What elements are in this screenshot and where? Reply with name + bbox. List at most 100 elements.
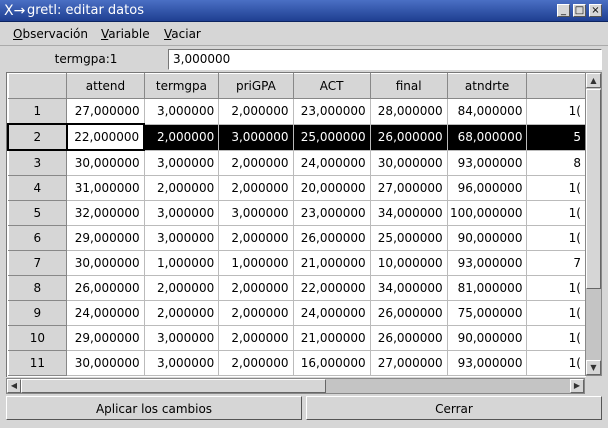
data-cell[interactable]: 90,000000 [447,225,528,251]
column-header-atndrte[interactable]: atndrte [446,73,528,99]
data-cell[interactable]: 96,000000 [447,175,528,201]
column-header-attend[interactable]: attend [66,73,145,99]
data-cell[interactable]: 2,000000 [144,300,220,326]
table-row[interactable]: 11 30,000000 3,000000 2,000000 16,000000 27,0… [7,350,586,376]
data-cell[interactable]: 34,000000 [370,200,448,226]
data-cell[interactable]: 29,000000 [66,325,145,351]
data-cell[interactable]: 1( [526,225,586,251]
row-header[interactable]: 5 [7,200,68,226]
scroll-down-icon[interactable]: ▼ [586,360,601,375]
menu-vaciar[interactable]: Vaciar [164,26,201,42]
maximize-button[interactable]: □ [573,4,586,17]
data-cell[interactable]: 93,000000 [447,350,528,376]
row-header[interactable]: 2 [7,123,68,151]
data-cell[interactable]: 10,000000 [370,250,448,276]
row-header[interactable]: 11 [7,350,68,376]
data-cell[interactable]: 16,000000 [293,350,371,376]
row-header[interactable]: 6 [7,225,68,251]
data-cell[interactable]: 2,000000 [218,150,294,176]
table-row[interactable]: 8 26,000000 2,000000 2,000000 22,000000 34,00… [7,275,586,301]
data-cell[interactable]: 2,000000 [144,175,220,201]
data-cell[interactable]: 27,000000 [370,350,448,376]
data-cell[interactable]: 32,000000 [66,200,145,226]
data-cell[interactable]: 24,000000 [66,300,145,326]
data-cell[interactable]: 2,000000 [218,98,294,125]
data-cell[interactable]: 68,000000 [447,124,528,151]
data-cell[interactable]: 23,000000 [293,98,371,125]
column-header-extra[interactable] [526,73,586,99]
row-header[interactable]: 1 [7,98,68,125]
data-cell[interactable]: 34,000000 [370,275,448,301]
data-cell[interactable]: 27,000000 [66,98,145,125]
column-header-ACT[interactable]: ACT [292,73,371,99]
close-button[interactable]: Cerrar [306,396,602,420]
data-cell[interactable]: 1( [526,200,586,226]
close-window-button[interactable]: × [589,4,602,17]
cell-value-input[interactable]: 3,000000 [168,49,602,70]
table-row[interactable]: 2 22,000000 2,000000 3,000000 25,000000 26,00… [7,123,586,151]
data-cell[interactable]: 22,000000 [65,123,146,151]
row-header[interactable]: 8 [7,275,68,301]
data-cell[interactable]: 27,000000 [370,175,448,201]
data-cell[interactable]: 3,000000 [144,225,220,251]
data-cell[interactable]: 3,000000 [144,98,220,125]
data-cell[interactable]: 25,000000 [370,225,448,251]
data-cell[interactable]: 29,000000 [66,225,145,251]
row-header[interactable]: 4 [7,175,68,201]
table-row[interactable]: 10 29,000000 3,000000 2,000000 21,000000 26,0… [7,325,586,351]
row-header[interactable]: 7 [7,250,68,276]
data-cell[interactable]: 21,000000 [293,325,371,351]
horizontal-scrollbar[interactable]: ◀ ▶ [6,378,585,394]
data-cell[interactable]: 75,000000 [447,300,528,326]
data-cell[interactable]: 24,000000 [293,300,371,326]
data-cell[interactable]: 31,000000 [66,175,145,201]
data-cell[interactable]: 1( [526,350,586,376]
data-cell[interactable]: 1( [526,175,586,201]
data-cell[interactable]: 30,000000 [66,250,145,276]
data-cell[interactable]: 1( [526,300,586,326]
data-cell[interactable]: 2,000000 [218,225,294,251]
row-header[interactable]: 10 [7,325,68,351]
data-cell[interactable]: 30,000000 [66,150,145,176]
data-cell[interactable]: 8 [526,150,586,176]
data-cell[interactable]: 21,000000 [293,250,371,276]
vertical-scroll-thumb[interactable] [586,89,601,289]
data-cell[interactable]: 30,000000 [66,350,145,376]
table-row[interactable]: 9 24,000000 2,000000 2,000000 24,000000 26,00… [7,300,586,326]
row-header[interactable]: 9 [7,300,68,326]
data-cell[interactable]: 26,000000 [370,300,448,326]
menu-variable[interactable]: Variable [101,26,150,42]
apply-changes-button[interactable]: Aplicar los cambios [6,396,302,420]
data-cell[interactable]: 26,000000 [370,325,448,351]
table-row[interactable]: 6 29,000000 3,000000 2,000000 26,000000 25,00… [7,225,586,251]
data-cell[interactable]: 7 [526,250,586,276]
data-cell[interactable]: 20,000000 [293,175,371,201]
data-cell[interactable]: 2,000000 [144,124,220,151]
table-row[interactable]: 4 31,000000 2,000000 2,000000 20,000000 27,00… [7,175,586,201]
table-row[interactable]: 1 27,000000 3,000000 2,000000 23,000000 28,00… [7,98,586,125]
data-cell[interactable]: 1( [526,98,586,125]
table-row[interactable]: 7 30,000000 1,000000 1,000000 21,000000 10,00… [7,250,586,276]
data-cell[interactable]: 24,000000 [293,150,371,176]
data-cell[interactable]: 93,000000 [447,150,528,176]
data-cell[interactable]: 5 [526,124,586,151]
column-header-final[interactable]: final [369,73,448,99]
scroll-right-icon[interactable]: ▶ [570,379,584,393]
scroll-up-icon[interactable]: ▲ [586,73,601,88]
data-cell[interactable]: 90,000000 [447,325,528,351]
minimize-button[interactable]: _ [557,4,570,17]
data-cell[interactable]: 93,000000 [447,250,528,276]
data-cell[interactable]: 26,000000 [293,225,371,251]
data-cell[interactable]: 2,000000 [218,350,294,376]
data-cell[interactable]: 3,000000 [144,350,220,376]
data-cell[interactable]: 1( [526,325,586,351]
data-cell[interactable]: 2,000000 [218,300,294,326]
data-cell[interactable]: 2,000000 [218,325,294,351]
table-row[interactable]: 5 32,000000 3,000000 3,000000 23,000000 34,00… [7,200,586,226]
data-cell[interactable]: 81,000000 [447,275,528,301]
data-cell[interactable]: 26,000000 [66,275,145,301]
data-cell[interactable]: 26,000000 [370,124,448,151]
column-header-priGPA[interactable]: priGPA [218,73,294,99]
table-row[interactable]: 3 30,000000 3,000000 2,000000 24,000000 30,00… [7,149,586,176]
data-cell[interactable]: 1,000000 [218,250,294,276]
